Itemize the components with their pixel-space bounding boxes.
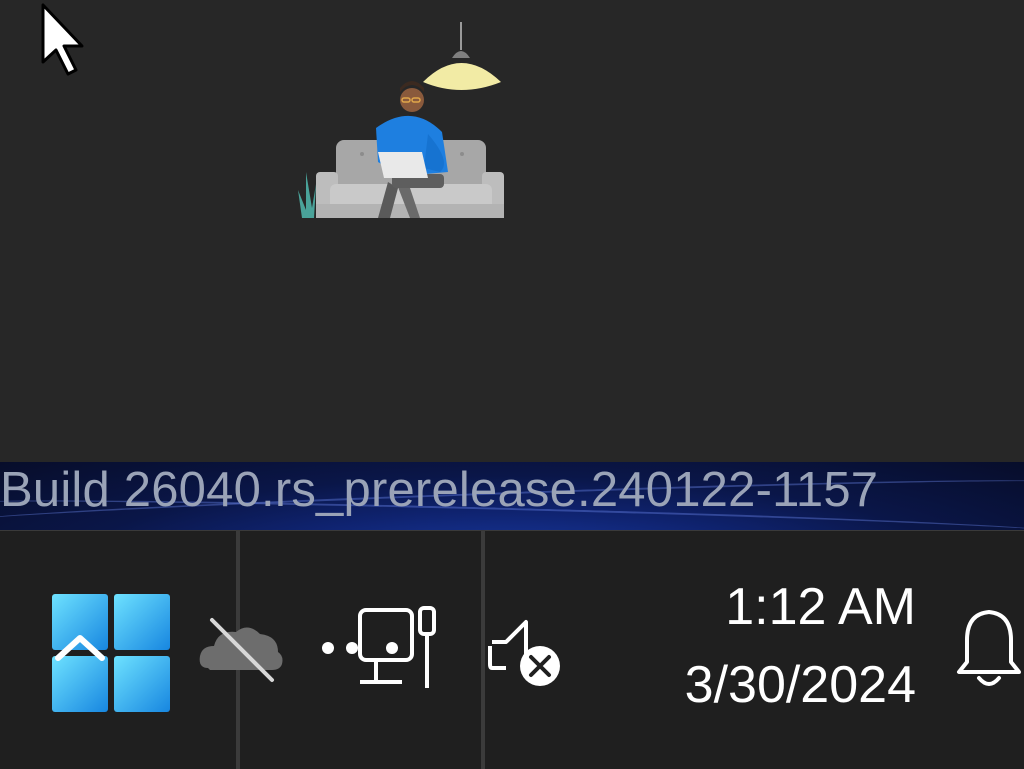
clock-date: 3/30/2024: [684, 656, 916, 714]
build-watermark-text: Build 26040.rs_prerelease.240122-1157: [0, 463, 879, 517]
windows-start-button[interactable]: [52, 594, 170, 712]
desktop-background[interactable]: [0, 0, 1024, 462]
arrow-pointer-icon: [41, 3, 84, 76]
person-on-couch-illustration: [298, 22, 504, 218]
taskbar-divider: [481, 531, 485, 769]
onedrive-offline-icon[interactable]: [196, 612, 286, 688]
speaker-muted-icon[interactable]: [486, 612, 568, 692]
taskbar-clock[interactable]: 1:12 AM 3/30/2024: [685, 575, 916, 717]
network-wired-icon[interactable]: [316, 604, 446, 694]
build-watermark-band: Build 26040.rs_prerelease.240122-1157: [0, 462, 1024, 530]
clock-time: 1:12 AM: [725, 578, 916, 636]
bell-icon[interactable]: [955, 606, 1024, 692]
